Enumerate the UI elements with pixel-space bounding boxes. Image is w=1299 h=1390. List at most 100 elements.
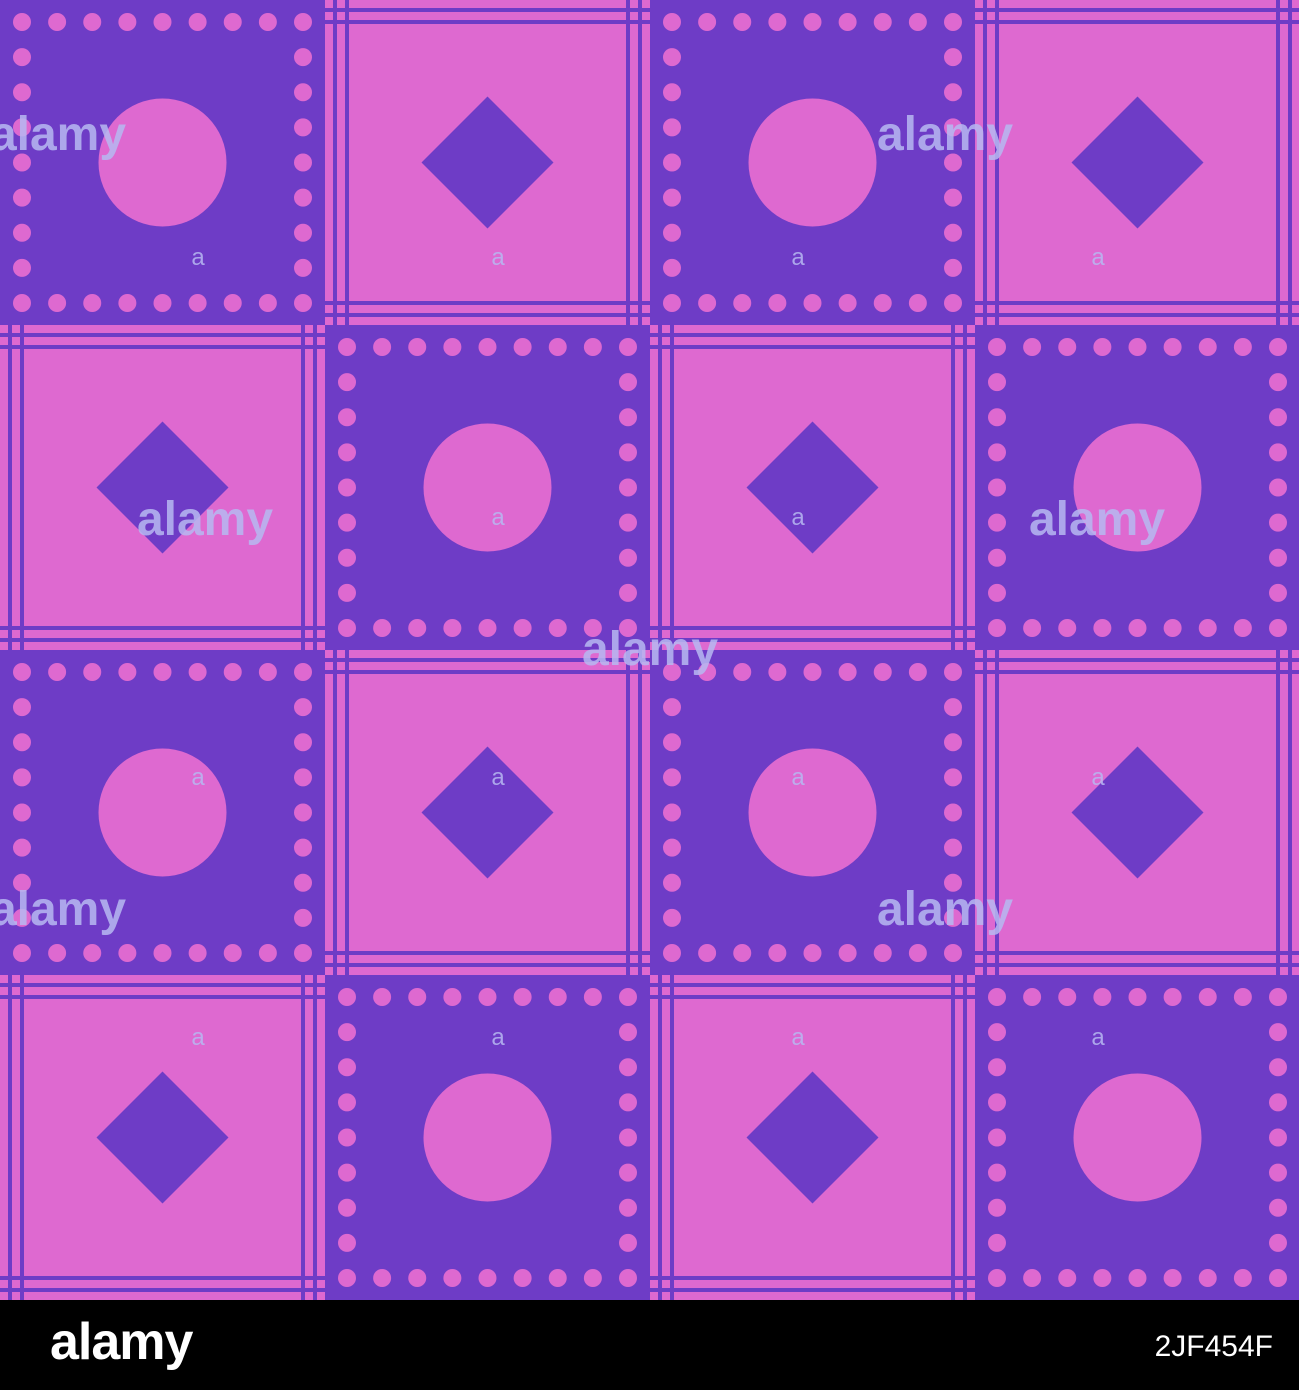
- border-dot: [1163, 338, 1182, 356]
- border-dot: [118, 663, 137, 681]
- border-dot: [803, 294, 822, 312]
- alamy-small-mark: a: [791, 504, 805, 531]
- border-dot: [13, 83, 31, 102]
- border-dot: [1269, 408, 1287, 427]
- border-dot: [698, 663, 717, 681]
- border-dot: [663, 908, 681, 927]
- border-dot: [338, 1163, 356, 1182]
- stripe-line: [983, 650, 987, 975]
- border-dot: [1269, 1128, 1287, 1147]
- border-dot: [583, 988, 602, 1006]
- stripe-line: [20, 325, 24, 650]
- border-dot: [1023, 988, 1042, 1006]
- border-dot: [1269, 1093, 1287, 1112]
- border-dot: [619, 988, 637, 1006]
- border-dot: [944, 908, 962, 927]
- border-dot: [1198, 619, 1217, 637]
- border-dot: [944, 944, 962, 962]
- border-dot: [258, 944, 277, 962]
- border-dot: [338, 443, 356, 462]
- border-dot: [944, 13, 962, 31]
- stripe-line: [345, 650, 349, 975]
- stripe-line: [0, 333, 325, 337]
- border-dot: [733, 944, 752, 962]
- border-dot: [513, 1269, 532, 1287]
- border-dot: [988, 1023, 1006, 1042]
- border-dot: [13, 223, 31, 242]
- border-dot: [663, 873, 681, 892]
- border-dot: [83, 944, 102, 962]
- stripe-line: [1276, 0, 1280, 325]
- stripe-line: [975, 8, 1299, 12]
- border-dot: [294, 873, 312, 892]
- border-dot: [48, 944, 67, 962]
- border-dot: [408, 338, 427, 356]
- stripe-line: [975, 670, 1299, 674]
- border-dot: [873, 663, 892, 681]
- border-dot: [294, 944, 312, 962]
- center-circle: [423, 1073, 552, 1202]
- border-dot: [13, 944, 31, 962]
- border-dot: [13, 733, 31, 752]
- border-dot: [698, 294, 717, 312]
- center-circle: [748, 748, 877, 877]
- alamy-small-mark: a: [491, 764, 505, 791]
- border-dot: [1128, 1269, 1147, 1287]
- footer-bar: alamy 2JF454F: [0, 1300, 1299, 1390]
- stripe-line: [975, 20, 1299, 24]
- border-dot: [1269, 1269, 1287, 1287]
- border-dot: [988, 1093, 1006, 1112]
- stripe-line: [325, 670, 650, 674]
- border-dot: [294, 83, 312, 102]
- border-dot: [118, 294, 137, 312]
- border-dot: [338, 1023, 356, 1042]
- border-dot: [188, 944, 207, 962]
- border-dot: [1269, 988, 1287, 1006]
- border-dot: [294, 13, 312, 31]
- stripe-line: [650, 345, 975, 349]
- stripe-line: [301, 975, 305, 1300]
- border-dot: [443, 619, 462, 637]
- border-dot: [619, 1269, 637, 1287]
- border-dot: [838, 944, 857, 962]
- border-dot: [1058, 988, 1077, 1006]
- stripe-line: [650, 638, 975, 642]
- border-dot: [1128, 338, 1147, 356]
- border-dot: [583, 338, 602, 356]
- border-dot: [1269, 513, 1287, 532]
- border-dot: [663, 838, 681, 857]
- stripe-line: [0, 638, 325, 642]
- alamy-small-mark: a: [791, 244, 805, 271]
- border-dot: [13, 768, 31, 787]
- border-dot: [478, 1269, 497, 1287]
- stripe-line: [975, 313, 1299, 317]
- border-dot: [513, 619, 532, 637]
- border-dot: [944, 83, 962, 102]
- stripe-line: [975, 963, 1299, 967]
- border-dot: [988, 1269, 1006, 1287]
- stripe-line: [638, 650, 642, 975]
- border-dot: [294, 294, 312, 312]
- border-dot: [1233, 1269, 1252, 1287]
- stripe-line: [301, 325, 305, 650]
- border-dot: [548, 988, 567, 1006]
- border-dot: [1233, 988, 1252, 1006]
- border-dot: [548, 338, 567, 356]
- border-dot: [698, 944, 717, 962]
- border-dot: [294, 663, 312, 681]
- border-dot: [548, 619, 567, 637]
- border-dot: [988, 1233, 1006, 1252]
- border-dot: [153, 13, 172, 31]
- border-dot: [1269, 1023, 1287, 1042]
- border-dot: [1269, 373, 1287, 392]
- border-dot: [1163, 619, 1182, 637]
- border-dot: [118, 13, 137, 31]
- stripe-line: [983, 0, 987, 325]
- border-dot: [663, 13, 681, 31]
- border-dot: [663, 944, 681, 962]
- border-dot: [258, 294, 277, 312]
- border-dot: [188, 13, 207, 31]
- alamy-small-mark: a: [491, 504, 505, 531]
- border-dot: [663, 48, 681, 67]
- border-dot: [988, 338, 1006, 356]
